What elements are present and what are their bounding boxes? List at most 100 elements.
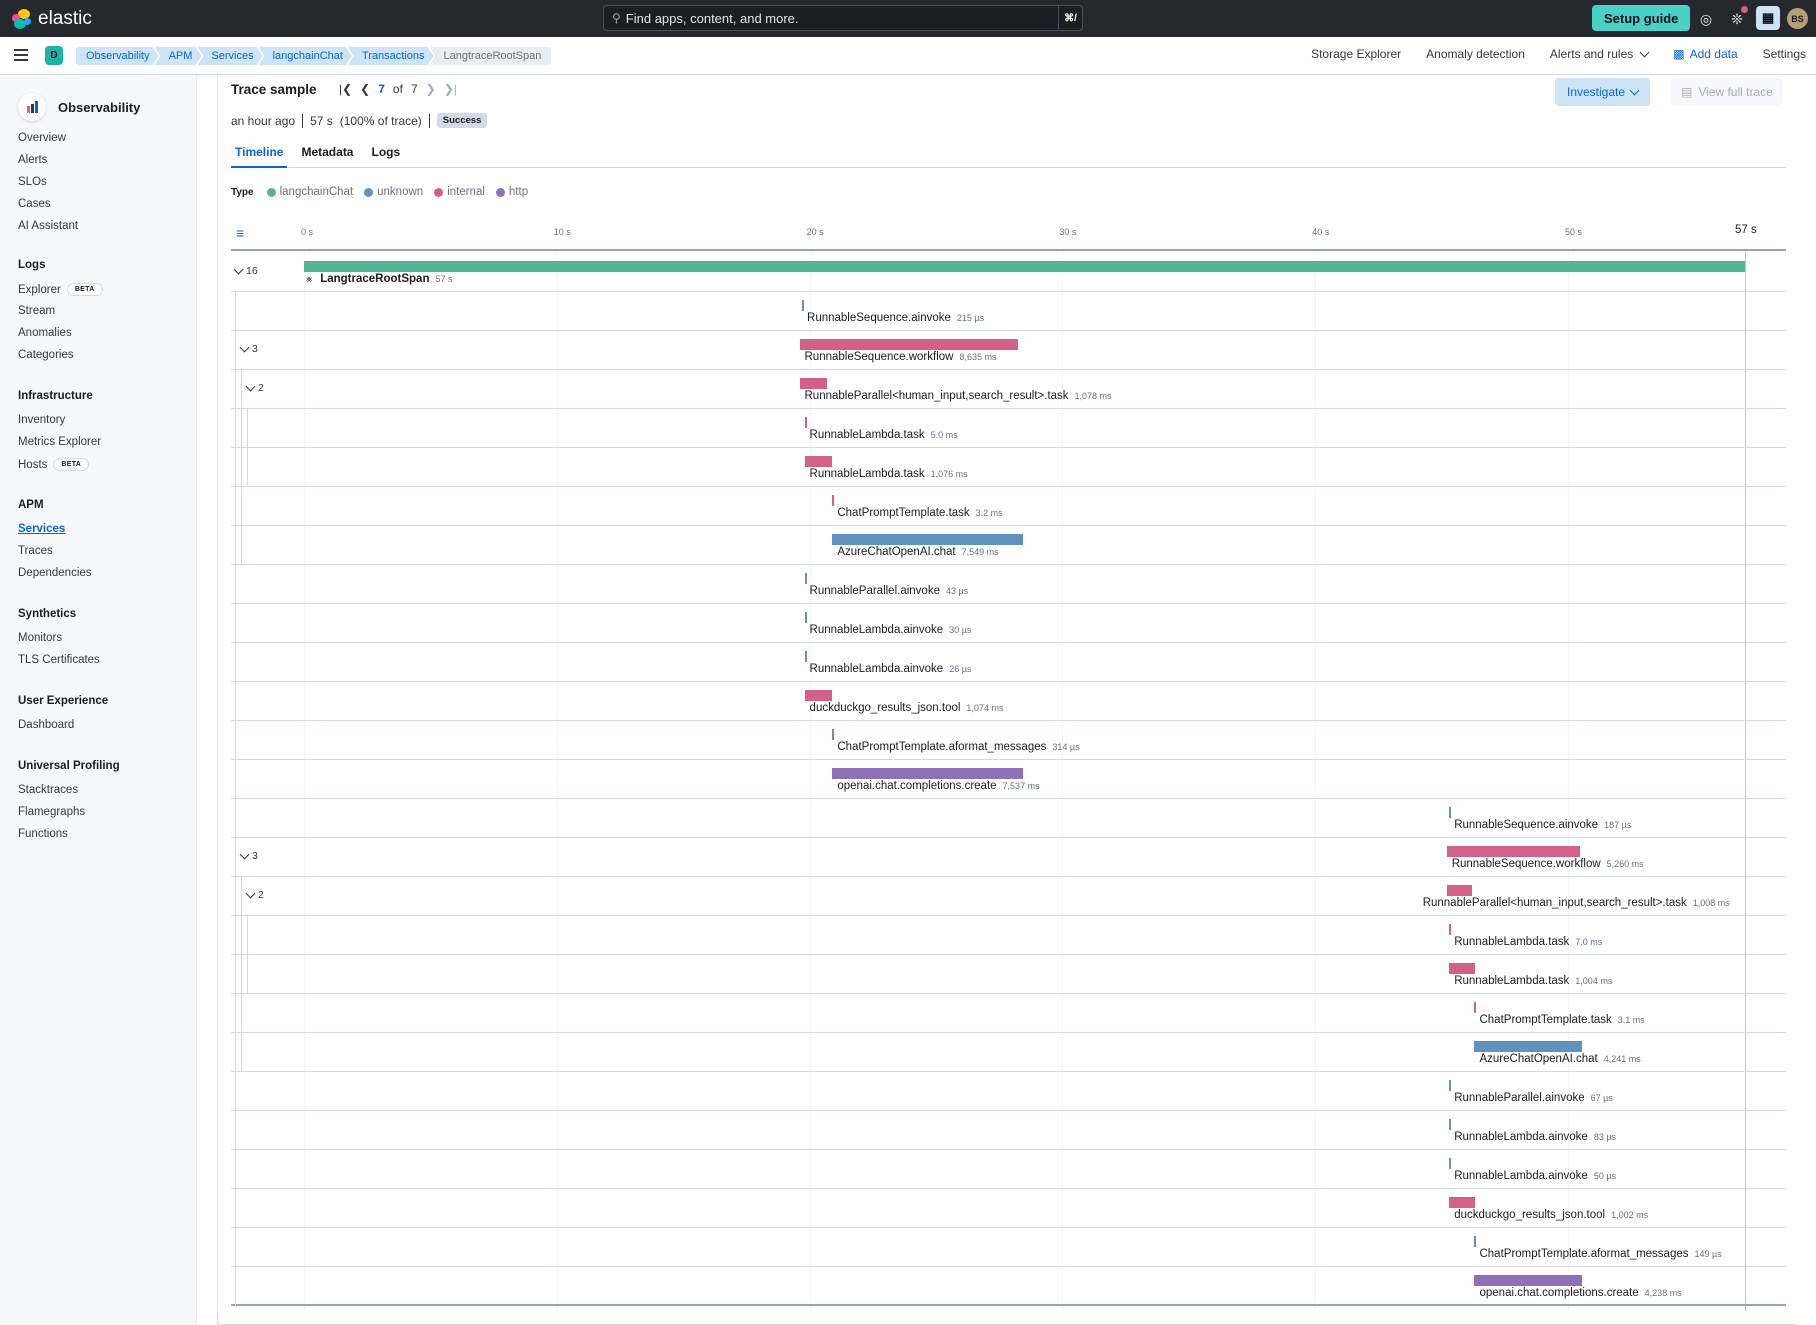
span-bar[interactable] [804,690,832,701]
span-row[interactable]: AzureChatOpenAI.chat 4,241 ms [231,1033,1786,1072]
anomaly-detection-link[interactable]: Anomaly detection [1426,47,1525,61]
breadcrumb-services[interactable]: Services [197,47,262,65]
span-bar[interactable] [804,651,807,662]
span-row[interactable]: 2 RunnableParallel<human_input,search_res… [231,370,1786,409]
span-bar[interactable] [304,261,1745,272]
add-data-link[interactable]: ▩ Add data [1673,47,1737,61]
span-bar[interactable] [1446,846,1580,857]
span-row[interactable]: RunnableSequence.ainvoke 187 µs [231,799,1786,838]
investigate-button[interactable]: Investigate [1555,78,1651,106]
span-bar[interactable] [1449,807,1452,818]
span-row[interactable]: 16 ⨳ LangtraceRootSpan 57 s [231,253,1786,292]
span-row[interactable]: openai.chat.completions.create 7,537 ms [231,760,1786,799]
span-row[interactable]: RunnableLambda.ainvoke 26 µs [231,643,1786,682]
sidebar-item-dashboard[interactable]: Dashboard [18,719,74,731]
span-row[interactable]: ChatPromptTemplate.aformat_messages 314 µ… [231,721,1786,760]
span-row[interactable]: duckduckgo_results_json.tool 1,074 ms [231,682,1786,721]
span-bar[interactable] [1449,1197,1475,1208]
space-avatar[interactable]: D [45,46,63,65]
span-bar[interactable] [1474,1236,1477,1247]
elastic-logo[interactable]: elastic [12,8,92,30]
setup-guide-button[interactable]: Setup guide [1592,5,1691,31]
span-bar[interactable] [804,573,807,584]
user-avatar[interactable]: BS [1787,8,1808,29]
tab-logs[interactable]: Logs [367,142,404,168]
expand-toggle[interactable]: 3 [239,849,258,862]
span-row[interactable]: openai.chat.completions.create 4,238 ms [231,1267,1786,1306]
span-row[interactable]: RunnableLambda.task 1,004 ms [231,955,1786,994]
sidebar-item-dependencies[interactable]: Dependencies [18,567,92,579]
previous-page-icon[interactable]: ❮ [360,82,370,96]
span-bar[interactable] [799,339,1018,350]
span-bar[interactable] [1449,924,1452,935]
span-row[interactable]: RunnableLambda.task 7.0 ms [231,916,1786,955]
breadcrumb-service[interactable]: langchainChat [259,47,352,65]
span-bar[interactable] [1474,1041,1582,1052]
expand-toggle[interactable]: 2 [245,888,264,901]
view-full-trace-button[interactable]: ▤ View full trace [1671,78,1783,106]
sidebar-item-metrics-explorer[interactable]: Metrics Explorer [18,436,101,448]
sidebar-item-ai-assistant[interactable]: AI Assistant [18,220,78,232]
span-bar[interactable] [1446,885,1473,896]
sidebar-item-tls-certificates[interactable]: TLS Certificates [18,654,100,666]
app-switcher-icon[interactable]: ▦ [1756,6,1780,30]
span-row[interactable]: ChatPromptTemplate.task 3.2 ms [231,487,1786,526]
span-bar[interactable] [804,417,807,428]
span-row[interactable]: RunnableLambda.ainvoke 50 µs [231,1150,1786,1189]
span-row[interactable]: RunnableLambda.ainvoke 30 µs [231,604,1786,643]
sidebar-item-categories[interactable]: Categories [18,349,74,361]
span-row[interactable]: RunnableLambda.task 5.0 ms [231,409,1786,448]
expand-toggle[interactable]: 2 [245,381,264,394]
span-bar[interactable] [804,456,832,467]
span-row[interactable]: RunnableParallel.ainvoke 67 µs [231,1072,1786,1111]
span-bar[interactable] [1474,1275,1582,1286]
span-bar[interactable] [799,378,827,389]
span-bar[interactable] [1449,1080,1452,1091]
sidebar-item-inventory[interactable]: Inventory [18,414,65,426]
menu-toggle-icon[interactable] [14,49,28,61]
span-row[interactable]: 2 RunnableParallel<human_input,search_res… [231,877,1786,916]
sidebar-item-traces[interactable]: Traces [18,545,53,557]
span-bar[interactable] [832,495,835,506]
first-page-icon[interactable]: |❮ [339,82,352,96]
help-icon[interactable]: ◎ [1695,8,1717,30]
breadcrumb-transactions[interactable]: Transactions [348,47,434,65]
global-search-input[interactable]: ⚲ Find apps, content, and more. ⌘/ [603,5,1083,31]
alerts-and-rules-menu[interactable]: Alerts and rules [1550,47,1650,61]
sidebar-item-anomalies[interactable]: Anomalies [18,327,72,339]
sidebar-item-flamegraphs[interactable]: Flamegraphs [18,806,85,818]
span-row[interactable]: duckduckgo_results_json.tool 1,002 ms [231,1189,1786,1228]
span-bar[interactable] [1449,963,1475,974]
sidebar-item-slos[interactable]: SLOs [18,176,47,188]
span-row[interactable]: RunnableLambda.ainvoke 83 µs [231,1111,1786,1150]
sidebar-item-functions[interactable]: Functions [18,828,68,840]
storage-explorer-link[interactable]: Storage Explorer [1311,47,1401,61]
sidebar-item-cases[interactable]: Cases [18,198,51,210]
next-page-icon[interactable]: ❯ [426,82,436,96]
span-row[interactable]: RunnableSequence.ainvoke 215 µs [231,292,1786,331]
breadcrumb-observability[interactable]: Observability [76,47,159,65]
span-row[interactable]: RunnableLambda.task 1,076 ms [231,448,1786,487]
span-bar[interactable] [832,768,1023,779]
last-page-icon[interactable]: ❯| [444,82,457,96]
expand-toggle[interactable]: 3 [239,342,258,355]
collapse-all-icon[interactable]: ≡ [236,226,244,240]
expand-toggle[interactable]: 16 [233,264,258,277]
span-bar[interactable] [832,729,835,740]
span-row[interactable]: ChatPromptTemplate.task 3.1 ms [231,994,1786,1033]
sidebar-item-hosts[interactable]: Hosts BETA [18,458,90,471]
span-bar[interactable] [1449,1158,1452,1169]
span-bar[interactable] [1474,1002,1477,1013]
span-bar[interactable] [804,612,807,623]
sidebar-item-monitors[interactable]: Monitors [18,632,62,644]
tab-timeline[interactable]: Timeline [231,142,288,168]
sidebar-item-alerts[interactable]: Alerts [18,154,47,166]
span-row[interactable]: AzureChatOpenAI.chat 7,549 ms [231,526,1786,565]
span-bar[interactable] [1449,1119,1452,1130]
span-row[interactable]: RunnableParallel.ainvoke 43 µs [231,565,1786,604]
span-row[interactable]: 3 RunnableSequence.workflow 8,635 ms [231,331,1786,370]
tab-metadata[interactable]: Metadata [297,142,357,168]
span-row[interactable]: 3 RunnableSequence.workflow 5,260 ms [231,838,1786,877]
sidebar-item-overview[interactable]: Overview [18,132,66,144]
news-feed-icon[interactable]: ❊ [1726,6,1748,30]
